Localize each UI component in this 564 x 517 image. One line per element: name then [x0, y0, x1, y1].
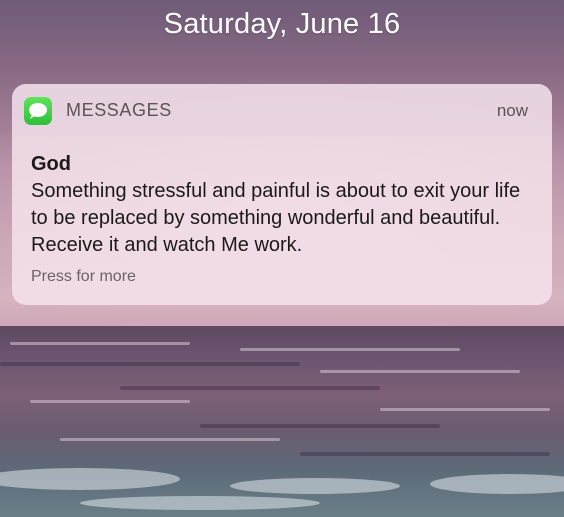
wave — [320, 370, 520, 373]
foam — [0, 468, 180, 490]
wave — [300, 452, 550, 456]
foam — [230, 478, 400, 494]
lock-screen-date: Saturday, June 16 — [163, 8, 401, 40]
message-body: Something stressful and painful is about… — [31, 180, 521, 256]
wave — [240, 348, 460, 351]
wave — [200, 424, 440, 428]
wave — [0, 362, 300, 366]
speech-bubble-icon — [29, 103, 47, 119]
wave — [380, 408, 550, 411]
sea — [0, 328, 564, 517]
foam — [430, 474, 564, 494]
message-sender: God — [31, 153, 71, 175]
message-notification[interactable]: MESSAGES now God Something stressful and… — [12, 84, 552, 305]
foam — [80, 496, 320, 510]
wave — [120, 386, 380, 390]
app-name: MESSAGES — [66, 100, 172, 120]
wave — [10, 342, 190, 345]
notification-header: MESSAGES now — [12, 84, 552, 136]
press-for-more-hint: Press for more — [31, 268, 136, 285]
wave — [30, 400, 190, 403]
wave — [60, 438, 280, 441]
messages-bubble-icon — [24, 97, 52, 125]
notification-timestamp: now — [496, 101, 528, 120]
